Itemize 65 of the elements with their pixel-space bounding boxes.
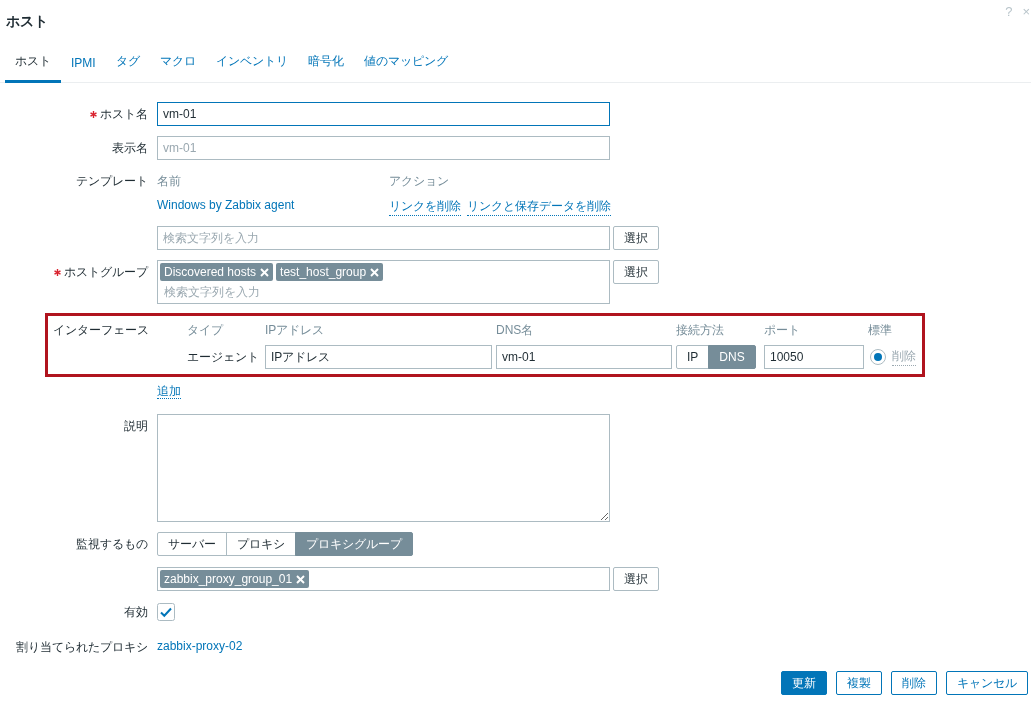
toggle-option[interactable]: プロキシ [226, 532, 296, 556]
column-header: 名前 [157, 173, 182, 190]
tab[interactable]: マクロ [149, 53, 206, 83]
remove-icon[interactable] [296, 574, 306, 584]
chip-label: test_host_group [280, 265, 367, 279]
footer-button[interactable]: 更新 [781, 671, 827, 695]
chip-label: zabbix_proxy_group_01 [164, 572, 293, 586]
select-button[interactable]: 選択 [613, 260, 659, 284]
toggle-option[interactable]: IP [676, 345, 710, 369]
ip-field[interactable]: IPアドレス [265, 345, 492, 369]
dialog-title: ホスト [6, 13, 48, 31]
template-link[interactable]: Windows by Zabbix agent [157, 198, 389, 216]
tab[interactable]: IPMI [61, 56, 106, 83]
tab[interactable]: インベントリ [205, 53, 298, 83]
required-icon [90, 110, 97, 118]
column-header: 接続方法 [676, 322, 725, 339]
select-button[interactable]: 選択 [613, 567, 659, 591]
radio-button[interactable] [870, 349, 886, 365]
column-header: ポート [764, 322, 801, 339]
multiselect-field[interactable]: zabbix_proxy_group_01 [157, 567, 610, 591]
field-label: インターフェース [53, 322, 150, 339]
action-link[interactable]: リンクと保存データを削除 [467, 198, 611, 216]
field-label: 監視するもの [76, 535, 148, 553]
field-label: 表示名 [112, 139, 148, 157]
remove-icon[interactable] [260, 267, 270, 277]
interface-type: エージェント [187, 348, 260, 366]
action-link[interactable]: リンクを削除 [389, 198, 461, 216]
remove-icon[interactable] [370, 267, 380, 277]
field-label: テンプレート [76, 173, 148, 190]
tag-chip[interactable]: Discovered hosts [160, 263, 274, 281]
dns-field[interactable]: vm-01 [496, 345, 672, 369]
description-field[interactable] [157, 414, 610, 522]
search-field[interactable]: 検索文字列を入力 [157, 226, 610, 250]
toggle-option[interactable]: DNS [708, 345, 756, 369]
tab[interactable]: 暗号化 [297, 53, 354, 83]
tab[interactable]: タグ [105, 53, 150, 83]
tag-chip[interactable]: zabbix_proxy_group_01 [160, 570, 310, 588]
column-header: DNS名 [496, 322, 535, 339]
column-header: タイプ [187, 322, 225, 339]
field-label: ホスト名 [100, 105, 148, 123]
select-button[interactable]: 選択 [613, 226, 659, 250]
column-header: 標準 [868, 322, 893, 339]
tab[interactable]: ホスト [5, 53, 61, 83]
checkbox[interactable] [157, 603, 175, 621]
field-label: 説明 [124, 417, 148, 435]
toggle-option[interactable]: サーバー [157, 532, 227, 556]
toggle-option[interactable]: プロキシグループ [295, 532, 413, 556]
field-label: 割り当てられたプロキシ [16, 639, 148, 656]
multiselect-field[interactable]: Discovered hosts test_host_group 検索文字列を入力 [157, 260, 610, 304]
footer-button[interactable]: 複製 [836, 671, 882, 695]
tab[interactable]: 値のマッピング [353, 53, 458, 83]
column-header: アクション [389, 173, 450, 190]
proxy-link[interactable]: zabbix-proxy-02 [157, 639, 243, 653]
chip-label: Discovered hosts [164, 265, 257, 279]
field-label: 有効 [124, 603, 148, 621]
text-field[interactable]: vm-01 [157, 102, 610, 126]
footer-button[interactable]: 削除 [891, 671, 937, 695]
add-link[interactable]: 追加 [157, 384, 181, 399]
port-field[interactable]: 10050 [764, 345, 864, 369]
tag-chip[interactable]: test_host_group [276, 263, 384, 281]
field-label: ホストグループ [64, 263, 148, 281]
footer-button[interactable]: キャンセル [946, 671, 1028, 695]
column-header: IPアドレス [265, 322, 326, 339]
text-field[interactable]: vm-01 [157, 136, 610, 160]
required-icon [54, 268, 61, 276]
